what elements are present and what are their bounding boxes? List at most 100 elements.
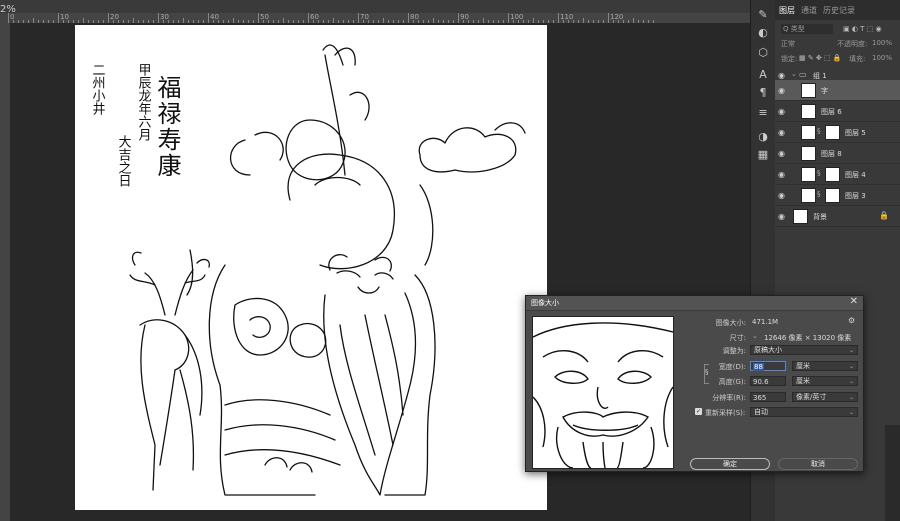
gear-icon[interactable]: ⚙ bbox=[848, 316, 855, 325]
visibility-eye-icon[interactable]: ◉ bbox=[778, 212, 785, 221]
ruler-tick bbox=[458, 13, 459, 23]
visibility-eye-icon[interactable]: ◉ bbox=[778, 86, 785, 95]
resolution-unit-select[interactable]: 像素/英寸 ⌄ bbox=[792, 392, 858, 402]
height-unit-select[interactable]: 厘米 ⌄ bbox=[792, 376, 858, 386]
link-chain-icon[interactable]: § bbox=[817, 169, 821, 177]
resolution-unit-value: 像素/英寸 bbox=[796, 393, 827, 401]
close-icon[interactable]: ✕ bbox=[850, 296, 858, 307]
visibility-eye-icon[interactable]: ◉ bbox=[778, 149, 785, 158]
side-indicator-strip bbox=[885, 425, 900, 521]
fit-to-value: 原稿大小 bbox=[754, 346, 782, 354]
width-unit-select[interactable]: 厘米 ⌄ bbox=[792, 361, 858, 371]
layer-mask-thumbnail[interactable] bbox=[825, 125, 840, 140]
layer-mask-thumbnail[interactable] bbox=[825, 167, 840, 182]
tab-layers[interactable]: 图层 bbox=[779, 5, 795, 16]
cancel-button[interactable]: 取消 bbox=[778, 458, 858, 470]
lock-icons[interactable]: ▦ ✎ ✥ ⬚ 🔒 bbox=[799, 54, 842, 62]
width-input[interactable]: 88 bbox=[750, 361, 786, 371]
width-value: 88 bbox=[753, 363, 764, 371]
layer-thumbnail bbox=[801, 83, 816, 98]
visibility-eye-icon[interactable]: ◉ bbox=[778, 191, 785, 200]
layer-row-background[interactable]: ◉ 背景 🔒 bbox=[775, 206, 900, 227]
ruler-tick bbox=[408, 13, 409, 23]
link-chain-icon[interactable]: § bbox=[817, 127, 821, 135]
filter-icons[interactable]: ▣ ◐ T ⬚ ◉ bbox=[843, 25, 882, 33]
image-preview[interactable] bbox=[532, 316, 674, 469]
swatches-icon[interactable]: ▦ bbox=[756, 148, 770, 162]
visibility-eye-icon[interactable]: ◉ bbox=[778, 170, 785, 179]
paragraph-icon[interactable]: ¶ bbox=[756, 86, 770, 100]
ok-button[interactable]: 确定 bbox=[690, 458, 770, 470]
layer-thumbnail bbox=[801, 125, 816, 140]
lock-label: 锁定: bbox=[781, 55, 798, 63]
resolution-input[interactable]: 365 bbox=[750, 392, 786, 402]
panel-tabs: 图层 通道 历史记录 bbox=[775, 0, 900, 20]
layer-name: 背景 bbox=[813, 213, 827, 221]
fit-to-select[interactable]: 原稿大小 ⌄ bbox=[750, 345, 858, 355]
layer-thumbnail bbox=[801, 146, 816, 161]
layer-name: 图层 3 bbox=[845, 192, 866, 200]
fill-label: 填充: bbox=[849, 55, 866, 63]
width-label: 宽度(D): bbox=[718, 363, 746, 371]
visibility-eye-icon[interactable]: ◉ bbox=[778, 107, 785, 116]
visibility-eye-icon[interactable]: ◉ bbox=[778, 128, 785, 137]
tab-history[interactable]: 历史记录 bbox=[823, 5, 855, 16]
dimensions-label: 尺寸: bbox=[729, 334, 746, 342]
visibility-eye-icon[interactable]: ◉ bbox=[778, 71, 785, 80]
ruler-tick bbox=[558, 13, 559, 23]
adjust-icon[interactable]: ◐ bbox=[756, 26, 770, 40]
fit-to-label: 调整为: bbox=[722, 347, 746, 355]
layer-thumbnail bbox=[801, 167, 816, 182]
opacity-value[interactable]: 100% bbox=[872, 39, 892, 47]
color-icon[interactable]: ◑ bbox=[756, 130, 770, 144]
layer-name: 图层 6 bbox=[821, 108, 842, 116]
resample-select[interactable]: 自动 ⌄ bbox=[750, 407, 858, 417]
layer-thumbnail bbox=[793, 209, 808, 224]
layer-row[interactable]: ◉ § 图层 5 bbox=[775, 122, 900, 143]
layer-mask-thumbnail[interactable] bbox=[825, 188, 840, 203]
properties-icon[interactable]: ≡ bbox=[756, 106, 770, 120]
vertical-ruler[interactable] bbox=[0, 23, 10, 521]
character-icon[interactable]: A bbox=[756, 68, 770, 82]
preview-artwork bbox=[533, 322, 673, 468]
image-size-value: 471.1M bbox=[752, 318, 779, 326]
ruler-tick bbox=[308, 13, 309, 23]
brush-icon[interactable]: ✎ bbox=[756, 8, 770, 22]
layer-name: 字 bbox=[821, 87, 828, 95]
cube-icon[interactable]: ⬡ bbox=[756, 46, 770, 60]
dialog-title-bar[interactable]: 图像大小 ✕ bbox=[526, 296, 863, 311]
title-calligraphy: 福禄寿康 bbox=[153, 75, 181, 179]
resample-checkbox[interactable]: ✓ bbox=[695, 408, 702, 415]
layer-row[interactable]: ◉ 图层 6 bbox=[775, 101, 900, 122]
layer-row[interactable]: ◉ 图层 8 bbox=[775, 143, 900, 164]
chevron-down-icon: ⌄ bbox=[848, 347, 854, 354]
resolution-value: 365 bbox=[753, 394, 767, 402]
layer-name: 图层 8 bbox=[821, 150, 842, 158]
chevron-down-icon[interactable]: ⌄ bbox=[752, 332, 758, 340]
layer-row[interactable]: ◉ § 图层 4 bbox=[775, 164, 900, 185]
chevron-down-icon: ⌄ bbox=[848, 394, 854, 401]
folder-icon: ▭ bbox=[799, 70, 807, 79]
layer-thumbnail bbox=[801, 188, 816, 203]
height-unit-value: 厘米 bbox=[796, 377, 810, 385]
layer-row[interactable]: ◉ § 图层 3 bbox=[775, 185, 900, 206]
tab-channels[interactable]: 通道 bbox=[801, 5, 817, 16]
height-input[interactable]: 90.6 bbox=[750, 376, 786, 386]
chevron-down-icon[interactable]: ⌄ bbox=[791, 70, 797, 78]
blend-mode-select[interactable]: 正常 bbox=[781, 39, 795, 49]
ruler-number: 100 bbox=[510, 13, 524, 21]
ruler-tick bbox=[58, 13, 59, 23]
fill-value[interactable]: 100% bbox=[872, 54, 892, 62]
height-label: 高度(G): bbox=[718, 378, 746, 386]
chevron-down-icon: ⌄ bbox=[848, 378, 854, 385]
link-chain-icon[interactable]: § bbox=[817, 190, 821, 198]
layer-filter[interactable]: Q 类型 bbox=[781, 24, 833, 34]
layer-name: 图层 5 bbox=[845, 129, 866, 137]
horizontal-ruler[interactable]: 0 10 20 30 40 50 60 70 80 90 100 110 120 bbox=[0, 13, 760, 23]
line-art-illustration: 福禄寿康 甲辰龙年六月 大吉之日 二州小井 bbox=[90, 44, 526, 496]
document-canvas[interactable]: 福禄寿康 甲辰龙年六月 大吉之日 二州小井 bbox=[75, 25, 547, 510]
width-unit-value: 厘米 bbox=[796, 362, 810, 370]
layer-row-text[interactable]: ◉ 字 bbox=[775, 80, 900, 101]
ruler-tick bbox=[258, 13, 259, 23]
ruler-tick bbox=[8, 13, 9, 23]
